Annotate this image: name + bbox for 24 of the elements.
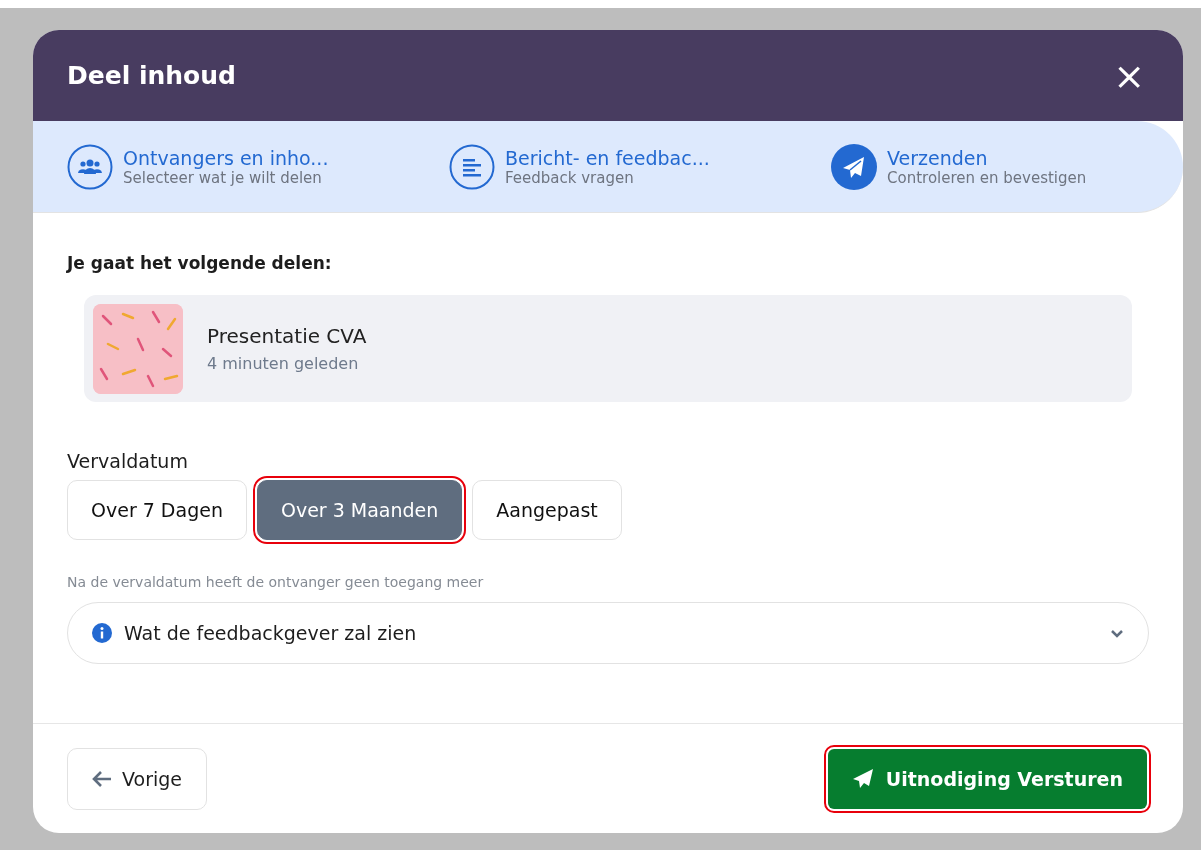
expiry-label: Vervaldatum	[67, 450, 189, 472]
step-subtitle: Controleren en bevestigen	[887, 168, 1087, 187]
arrow-left-icon	[92, 769, 112, 788]
info-accordion[interactable]: Wat de feedbackgever zal zien	[67, 602, 1149, 664]
step-tab[interactable]: Bericht- en feedbac... Feedback vragen	[449, 143, 831, 190]
step-title: Verzenden	[887, 146, 989, 169]
back-button[interactable]: Vorige	[67, 747, 207, 810]
paper-plane-icon	[851, 767, 874, 790]
info-icon	[92, 623, 112, 643]
item-name: Presentatie CVA	[207, 324, 367, 348]
section-heading: Je gaat het volgende delen:	[67, 253, 333, 273]
step-title: Bericht- en feedbac...	[505, 146, 710, 169]
chevron-icon	[1110, 628, 1124, 638]
expiry-hint: Na de vervaldatum heeft de ontvanger geen toegang meer	[67, 574, 485, 590]
step-subtitle: Feedback vragen	[505, 168, 635, 187]
item-timestamp: 4 minuten geleden	[207, 354, 360, 373]
step-subtitle: Selecteer wat je wilt delen	[123, 168, 323, 187]
step-title: Ontvangers en inho...	[123, 146, 329, 169]
step-tab[interactable]: Ontvangers en inho... Selecteer wat je wilt delen	[67, 143, 449, 190]
close-button[interactable]: ×	[1109, 56, 1149, 95]
expiry-option[interactable]: Aangepast	[472, 480, 622, 540]
dialog-title: Deel inhoud	[67, 61, 236, 90]
step-tab[interactable]: Verzenden Controleren en bevestigen	[831, 143, 1087, 190]
expiry-option[interactable]: Over 7 Dagen	[67, 480, 247, 540]
